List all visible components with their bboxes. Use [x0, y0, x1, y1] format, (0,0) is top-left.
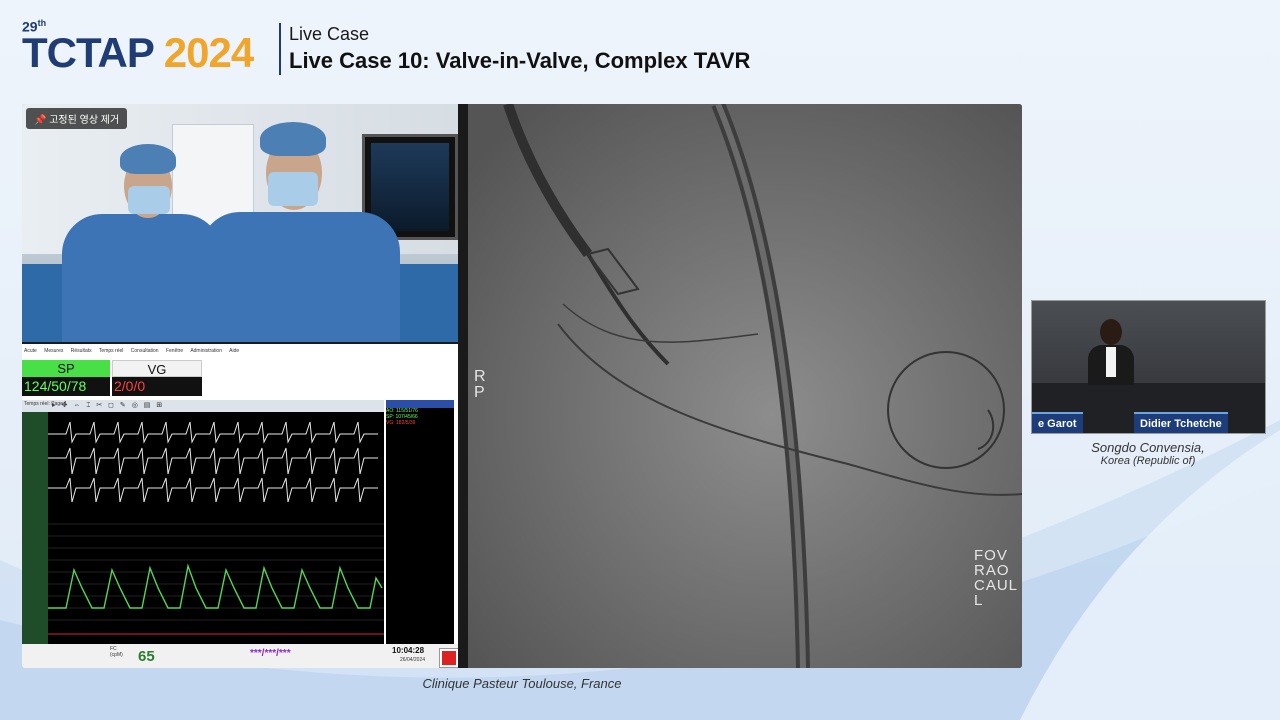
remove-pinned-video-button[interactable]: 📌 고정된 영상 제거: [26, 108, 128, 129]
monitor-clock: 10:04:28: [392, 646, 425, 655]
page-title: Live Case 10: Valve-in-Valve, Complex TA…: [289, 48, 751, 73]
fluoro-corner-text: FOV RAO CAUL L: [974, 547, 1019, 609]
session-label: Live Case: [289, 24, 370, 44]
pip-country: Korea (Republic of): [1100, 455, 1196, 467]
menu-item[interactable]: Aide: [229, 348, 239, 354]
monitor-menu-bar: Acute Mesures Résultats Temps réel Consu…: [24, 348, 245, 354]
main-video-panel: 📌 고정된 영상 제거 Acute Mesures Résultats Temp…: [22, 104, 1022, 668]
pressure-summary-panel: AO: 115/51/76 SP: 107/45/66 VG: 182/5/39: [386, 400, 454, 652]
main-video-caption: Clinique Pasteur Toulouse, France: [422, 676, 622, 691]
fluoroscopy-image: [468, 104, 1022, 668]
operating-room-camera: 📌 고정된 영상 제거: [22, 104, 458, 342]
speaker-camera-pip: e Garot Didier Tchetche: [1031, 300, 1266, 434]
menu-item[interactable]: Administration: [190, 348, 222, 354]
vg-label: VG: [112, 360, 202, 377]
hemodynamic-monitor: Acute Mesures Résultats Temps réel Consu…: [22, 344, 458, 668]
menu-item[interactable]: Résultats: [71, 348, 92, 354]
pin-icon: 📌: [34, 115, 47, 126]
pip-location: Songdo Convensia, Korea (Republic of): [1040, 440, 1256, 467]
menu-item[interactable]: Acute: [24, 348, 37, 354]
monitor-date: 26/04/2024: [400, 657, 426, 663]
vg-pressure-box: VG 2/0/0: [112, 360, 202, 398]
name-tag-right: Didier Tchetche: [1134, 412, 1228, 433]
menu-item[interactable]: Consultation: [131, 348, 159, 354]
bp-value: ***/***/***: [250, 648, 291, 659]
fluoroscopy-view: R P FOV RAO CAUL L: [468, 104, 1022, 668]
waveform-toolbar[interactable]: ▸ ✥ ⇔ ⌶ ✂ ◻ ✎ ◎ ▤ ⊞: [52, 401, 164, 410]
summary-line: VG: 182/5/39: [386, 420, 416, 426]
vg-value: 2/0/0: [112, 377, 202, 396]
menu-item[interactable]: Fenêtre: [166, 348, 183, 354]
sp-value: 124/50/78: [22, 377, 110, 396]
remove-pinned-label: 고정된 영상 제거: [49, 115, 120, 126]
waveform-window: Temps réel: Page 1 ▸ ✥ ⇔ ⌶ ✂ ◻ ✎ ◎ ▤ ⊞: [22, 400, 384, 656]
menu-item[interactable]: Temps réel: [99, 348, 123, 354]
tctap-logo: 29th TCTAP 2024: [22, 18, 272, 78]
menu-item[interactable]: Mesures: [44, 348, 63, 354]
waveform-traces: [22, 412, 384, 644]
name-tag-left: e Garot: [1032, 412, 1083, 433]
speaker-shirt: [1106, 347, 1116, 377]
pip-venue: Songdo Convensia,: [1091, 440, 1205, 455]
sp-label: SP: [22, 360, 110, 377]
stop-record-button[interactable]: [440, 649, 458, 667]
fc-label: FC (cpM): [110, 646, 123, 658]
brand-wordmark: TCTAP 2024: [22, 29, 254, 76]
speaker-head: [1100, 319, 1122, 345]
heart-rate-value: 65: [138, 648, 155, 665]
header-divider: [279, 23, 281, 75]
sp-pressure-box: SP 124/50/78: [22, 360, 110, 398]
fluoro-side-letters: R P: [474, 368, 487, 401]
